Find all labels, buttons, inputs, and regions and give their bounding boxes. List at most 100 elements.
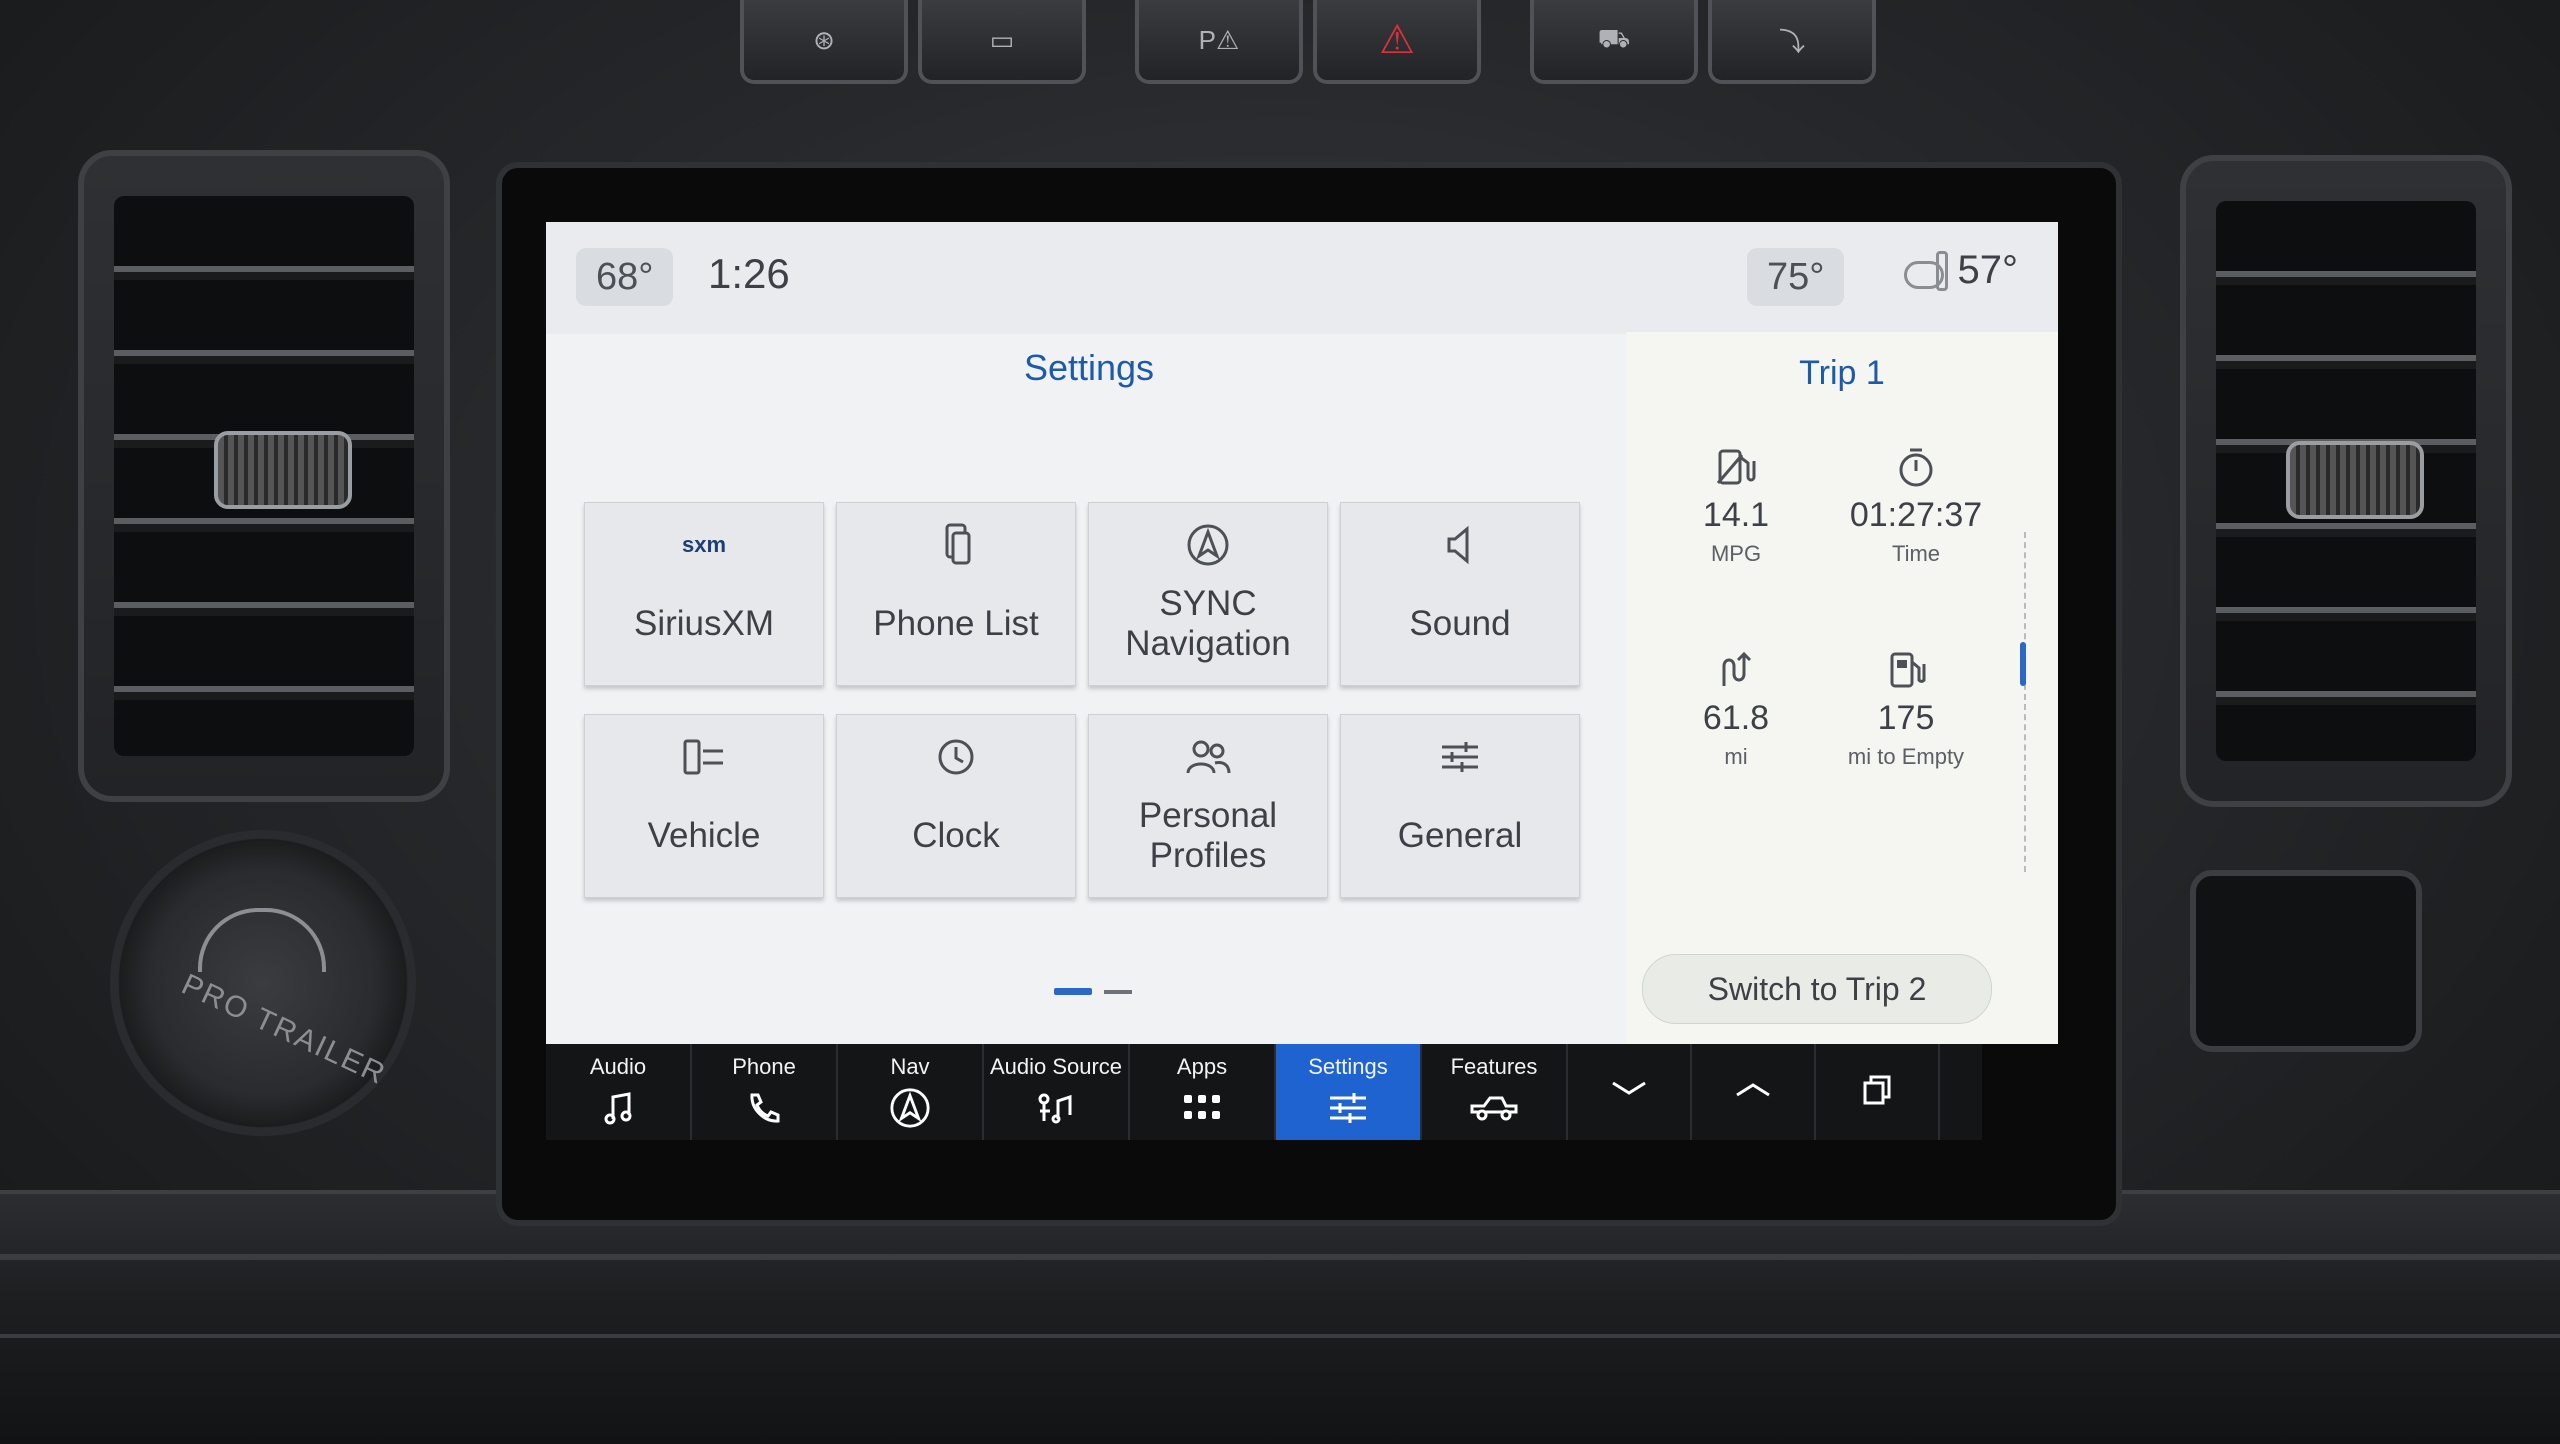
cards-icon [1861,1073,1893,1111]
tile-label: Vehicle [647,816,761,855]
pro-trailer-dial[interactable]: PRO TRAILER [110,830,416,1136]
outside-temp-value: 57° [1957,248,2019,292]
hardware-button-park-assist[interactable]: P⚠ [1135,0,1303,84]
nav-label: Audio [589,1054,647,1079]
tile-label: Clock [912,816,1000,855]
infotainment-screen: 68° 1:26 75° 57° Settings sxm SiriusXM P… [546,222,2058,1044]
range-unit: mi to Empty [1847,744,1965,769]
mpg-value: 14.1 [1702,496,1770,534]
route-icon [1646,647,1826,693]
nav-audio-source[interactable]: Audio Source [984,1044,1130,1140]
profiles-icon [1185,729,1231,785]
distance-unit: mi [1724,744,1748,769]
nav-settings[interactable]: Settings [1276,1044,1422,1140]
tile-vehicle[interactable]: Vehicle [584,714,824,898]
nav-apps[interactable]: Apps [1130,1044,1276,1140]
stopwatch-icon [1826,444,2006,490]
hardware-button-camera[interactable]: ▭ [918,0,1086,84]
dash-lower-panel [0,1190,2560,1444]
outside-temp: 57° [1903,248,2019,293]
trip-range: 175 mi to Empty [1816,647,1996,770]
distance-value: 61.8 [1702,699,1770,737]
nav-phone[interactable]: Phone [692,1044,838,1140]
nav-label: Audio Source [989,1054,1123,1079]
nav-nav[interactable]: Nav [838,1044,984,1140]
hardware-button-row-center: P⚠ ⚠ [1135,0,1491,95]
driver-temp-button[interactable]: 68° [576,248,674,306]
tile-sync-navigation[interactable]: SYNC Navigation [1088,502,1328,686]
bottom-nav-bar: Audio Phone Nav Audio Source Apps Settin… [546,1044,1982,1140]
siriusxm-icon: sxm [681,532,727,557]
range-value: 175 [1877,699,1935,737]
right-vent-knob[interactable] [2286,441,2424,519]
page-dot [1104,990,1132,994]
switch-trip-button[interactable]: Switch to Trip 2 [1642,954,1992,1024]
phone-list-icon [939,517,973,573]
fuel-economy-icon [1646,444,1826,490]
settings-sliders-icon [1328,1088,1368,1128]
audio-source-icon [1036,1088,1076,1128]
tile-label: SiriusXM [633,604,775,643]
left-vent-knob[interactable] [214,431,352,509]
time-value: 01:27:37 [1849,496,1983,534]
scroll-track[interactable] [2024,532,2028,872]
nav-label: Apps [1176,1054,1228,1079]
storage-pocket [2190,870,2422,1052]
nav-chevron-up[interactable] [1692,1044,1816,1140]
apps-grid-icon [1184,1088,1220,1128]
clock-icon [936,729,976,785]
nav-audio[interactable]: Audio [546,1044,692,1140]
tile-personal-profiles[interactable]: Personal Profiles [1088,714,1328,898]
nav-chevron-down[interactable] [1568,1044,1692,1140]
mpg-unit: MPG [1710,541,1762,566]
nav-label: Settings [1308,1054,1388,1079]
chevron-up-icon [1733,1079,1773,1105]
tile-phone-list[interactable]: Phone List [836,502,1076,686]
page-dot-active [1054,988,1092,995]
settings-grid: sxm SiriusXM Phone List SYNC Navigation … [584,502,1634,898]
passenger-temp-button[interactable]: 75° [1747,248,1845,306]
music-note-icon [603,1088,633,1128]
scroll-thumb[interactable] [2020,642,2026,686]
tile-label: Sound [1409,604,1511,643]
right-air-vent [2180,155,2512,807]
navigation-icon [1186,517,1230,573]
tile-clock[interactable]: Clock [836,714,1076,898]
truck-icon [1470,1088,1518,1128]
trip-time: 01:27:37 Time [1826,444,2006,567]
hardware-button-traction-off[interactable]: ⛟ [1530,0,1698,84]
clock-display: 1:26 [708,250,790,297]
tile-label: SYNC Navigation [1125,584,1291,663]
nav-label: Phone [732,1054,796,1079]
status-bar: 68° 1:26 75° 57° [546,222,2058,334]
hardware-button-defrost[interactable]: ⊛ [740,0,908,84]
vehicle-settings-icon [681,729,727,785]
tile-sound[interactable]: Sound [1340,502,1580,686]
trip-distance: 61.8 mi [1646,647,1826,770]
tile-siriusxm[interactable]: sxm SiriusXM [584,502,824,686]
pro-trailer-dial-label: PRO TRAILER [176,967,392,1092]
fuel-pump-icon [1816,647,1996,693]
nav-label: Nav [890,1054,930,1079]
hardware-button-row-right: ⛟ ⤵ [1530,0,1886,95]
hardware-button-row-left: ⊛ ▭ [740,0,1096,95]
phone-icon [746,1088,782,1128]
nav-cards[interactable] [1816,1044,1940,1140]
page-title: Settings [1023,347,1155,388]
tile-general[interactable]: General [1340,714,1580,898]
sliders-icon [1438,729,1482,785]
page-indicator [1054,988,1132,995]
nav-label: Features [1450,1054,1538,1079]
hazard-button[interactable]: ⚠ [1313,0,1481,84]
hardware-button-hill-descent[interactable]: ⤵ [1708,0,1876,84]
chevron-down-icon [1609,1079,1649,1105]
tile-label: General [1397,816,1523,855]
left-air-vent [78,150,450,802]
tile-label: Phone List [873,604,1039,643]
trip-title: Trip 1 [1799,354,1885,392]
tile-label: Personal Profiles [1138,796,1278,875]
nav-features[interactable]: Features [1422,1044,1568,1140]
speaker-icon [1443,517,1477,573]
trip-mpg: 14.1 MPG [1646,444,1826,567]
trip-panel: Trip 1 14.1 MPG 01:27:37 Time 61.8 mi 17… [1626,332,2058,1044]
